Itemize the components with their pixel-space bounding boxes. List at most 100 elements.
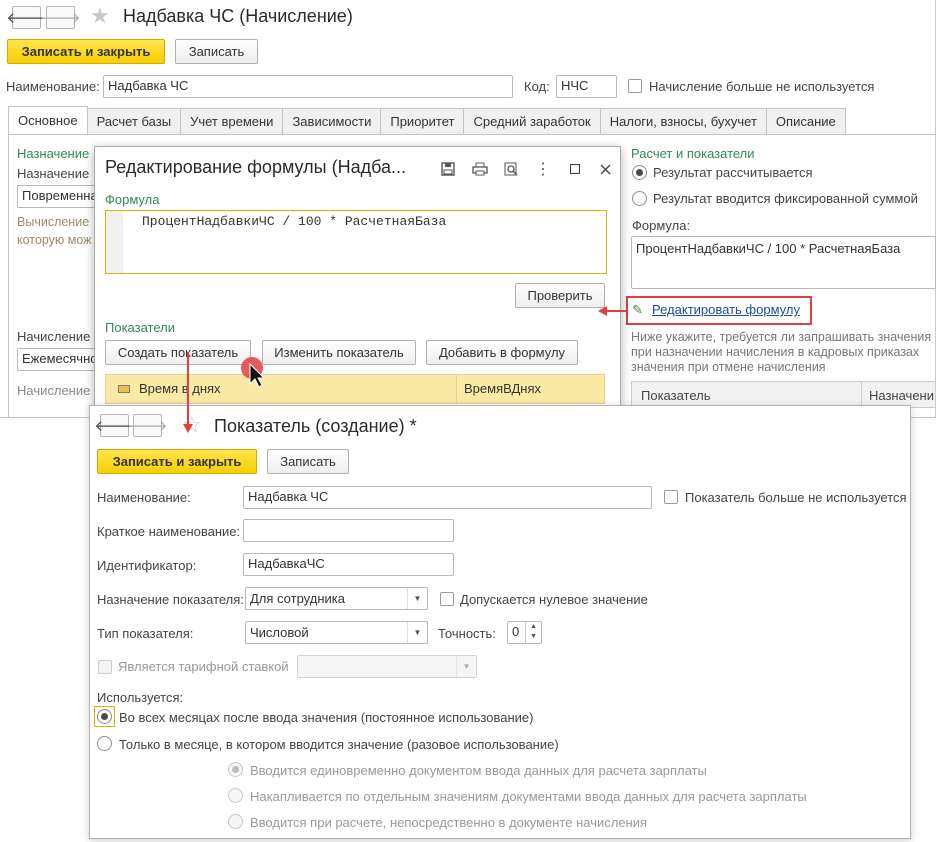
formula-label: Формула: bbox=[632, 218, 691, 233]
not-used-checkbox[interactable] bbox=[628, 79, 642, 93]
tab-taxes[interactable]: Налоги, взносы, бухучет bbox=[599, 108, 767, 134]
save-button[interactable]: Записать bbox=[175, 39, 258, 64]
accrual-field[interactable]: Ежемесячно bbox=[17, 348, 97, 371]
back-button[interactable]: 🡐 bbox=[6, 6, 47, 29]
assign-section-title: Назначение bbox=[17, 146, 90, 161]
radio-once[interactable] bbox=[97, 736, 112, 751]
formula-dialog: Редактирование формулы (Надба... ⋮ Форму… bbox=[94, 146, 621, 408]
radio-sub-3-label: Вводится при расчете, непосредственно в … bbox=[250, 815, 648, 830]
type-select[interactable]: Числовой ▼ bbox=[245, 621, 428, 644]
indicator-window: 🡐 🡒 ☆ Показатель (создание) * Записать и… bbox=[89, 405, 911, 839]
star-icon[interactable]: ☆ bbox=[182, 412, 202, 438]
preview-icon[interactable] bbox=[501, 159, 521, 179]
chevron-down-icon[interactable]: ▼ bbox=[407, 622, 427, 643]
save-close-button[interactable]: Записать и закрыть bbox=[97, 449, 257, 474]
short-name-field[interactable] bbox=[243, 519, 454, 542]
tab-bar: Основное Расчет базы Учет времени Зависи… bbox=[8, 106, 846, 134]
maximize-icon[interactable] bbox=[565, 159, 585, 179]
chevron-down-icon[interactable]: ▼ bbox=[456, 656, 476, 677]
calc-text-1: Вычисление bbox=[17, 215, 90, 229]
save-close-button[interactable]: Записать и закрыть bbox=[7, 39, 165, 64]
tab-main[interactable]: Основное bbox=[8, 106, 88, 134]
precision-stepper[interactable]: ▲ ▼ bbox=[525, 622, 541, 643]
radio-calculated[interactable] bbox=[632, 165, 647, 180]
purpose-select[interactable]: Для сотрудника ▼ bbox=[245, 587, 428, 610]
hint-line-2: при назначении начисления в кадровых при… bbox=[631, 345, 920, 359]
tab-average-earnings[interactable]: Средний заработок bbox=[463, 108, 601, 134]
back-button[interactable]: 🡐 bbox=[94, 414, 135, 437]
chevron-down-icon[interactable]: ▼ bbox=[407, 588, 427, 609]
tab-description[interactable]: Описание bbox=[765, 108, 846, 134]
indicator-row-icon bbox=[118, 385, 130, 393]
radio-sub-1[interactable] bbox=[228, 762, 243, 777]
formula-field[interactable]: ПроцентНадбавкиЧС / 100 * РасчетнаяБаза bbox=[631, 236, 936, 289]
indicator-row[interactable]: Время в днях ВремяВДнях bbox=[105, 374, 605, 404]
purpose-label: Назначение показателя: bbox=[97, 592, 244, 607]
name-label: Наименование: bbox=[6, 79, 100, 94]
tab-base[interactable]: Расчет базы bbox=[86, 108, 182, 134]
code-field[interactable]: НЧС bbox=[556, 75, 617, 98]
check-button[interactable]: Проверить bbox=[515, 283, 605, 308]
accrual-label: Начисление bbox=[17, 329, 91, 344]
radio-sub-2[interactable] bbox=[228, 788, 243, 803]
save-icon[interactable] bbox=[438, 159, 458, 179]
tab-time[interactable]: Учет времени bbox=[180, 108, 284, 134]
assign-field[interactable]: Повременная bbox=[17, 185, 97, 208]
precision-value: 0 bbox=[512, 624, 520, 639]
indicator-window-title: Показатель (создание) * bbox=[214, 416, 417, 436]
radio-fixed[interactable] bbox=[632, 191, 647, 206]
formula-editor[interactable]: ПроцентНадбавкиЧС / 100 * РасчетнаяБаза bbox=[105, 210, 607, 274]
tab-priority[interactable]: Приоритет bbox=[380, 108, 465, 134]
print-icon[interactable] bbox=[470, 159, 490, 179]
col-divider bbox=[861, 382, 862, 407]
indicator-row-divider bbox=[456, 375, 457, 403]
change-indicator-button[interactable]: Изменить показатель bbox=[262, 340, 416, 365]
radio-calculated-label: Результат рассчитывается bbox=[653, 165, 813, 180]
hint-line-3: значения при отмене начисления bbox=[631, 360, 826, 374]
formula-section-title: Формула bbox=[105, 192, 160, 207]
used-label: Используется: bbox=[97, 690, 184, 705]
more-icon[interactable]: ⋮ bbox=[533, 159, 553, 179]
formula-text: ПроцентНадбавкиЧС / 100 * РасчетнаяБаза bbox=[142, 214, 447, 229]
radio-all-months[interactable] bbox=[97, 709, 112, 724]
assign-label: Назначение bbox=[17, 166, 90, 181]
zero-allowed-label: Допускается нулевое значение bbox=[460, 592, 648, 607]
edit-formula-link[interactable]: Редактировать формулу bbox=[652, 302, 800, 317]
zero-allowed-checkbox[interactable] bbox=[440, 592, 454, 606]
close-icon[interactable] bbox=[595, 159, 615, 179]
tariff-checkbox[interactable] bbox=[98, 660, 112, 674]
tariff-select[interactable]: ▼ bbox=[297, 655, 477, 678]
col-assign: Назначени bbox=[869, 388, 934, 403]
star-icon[interactable]: ★ bbox=[90, 3, 110, 29]
not-used-label: Начисление больше не используется bbox=[649, 79, 875, 94]
formula-dialog-title: Редактирование формулы (Надба... bbox=[105, 157, 406, 177]
type-value: Числовой bbox=[250, 625, 309, 640]
indicator-row-name: Время в днях bbox=[139, 381, 221, 396]
name-field[interactable]: Надбавка ЧС bbox=[103, 75, 513, 98]
radio-all-months-label: Во всех месяцах после ввода значения (по… bbox=[119, 710, 534, 725]
hint-line-1: Ниже укажите, требуется ли запрашивать з… bbox=[631, 330, 932, 344]
identifier-label: Идентификатор: bbox=[97, 558, 197, 573]
radio-sub-3[interactable] bbox=[228, 814, 243, 829]
not-used-checkbox[interactable] bbox=[664, 490, 678, 504]
name-label: Наименование: bbox=[97, 490, 191, 505]
pencil-icon[interactable]: ✎ bbox=[632, 302, 643, 318]
purpose-value: Для сотрудника bbox=[250, 591, 345, 606]
tariff-label: Является тарифной ставкой bbox=[118, 659, 289, 674]
name-field[interactable]: Надбавка ЧС bbox=[243, 486, 652, 509]
create-indicator-button[interactable]: Создать показатель bbox=[105, 340, 251, 365]
col-indicator: Показатель bbox=[641, 388, 711, 403]
calc-section-title: Расчет и показатели bbox=[631, 146, 755, 161]
add-to-formula-button[interactable]: Добавить в формулу bbox=[426, 340, 578, 365]
radio-sub-1-label: Вводится единовременно документом ввода … bbox=[250, 763, 707, 778]
save-button[interactable]: Записать bbox=[267, 449, 349, 474]
tab-dependencies[interactable]: Зависимости bbox=[282, 108, 382, 134]
calc-text-2: которую мож bbox=[17, 233, 92, 247]
short-name-label: Краткое наименование: bbox=[97, 524, 241, 539]
identifier-field[interactable]: НадбавкаЧС bbox=[243, 553, 454, 576]
radio-sub-2-label: Накапливается по отдельным значениям док… bbox=[250, 789, 807, 804]
code-label: Код: bbox=[524, 79, 550, 94]
forward-button[interactable]: 🡒 bbox=[40, 6, 81, 29]
forward-button[interactable]: 🡒 bbox=[127, 414, 168, 437]
type-label: Тип показателя: bbox=[97, 626, 194, 641]
